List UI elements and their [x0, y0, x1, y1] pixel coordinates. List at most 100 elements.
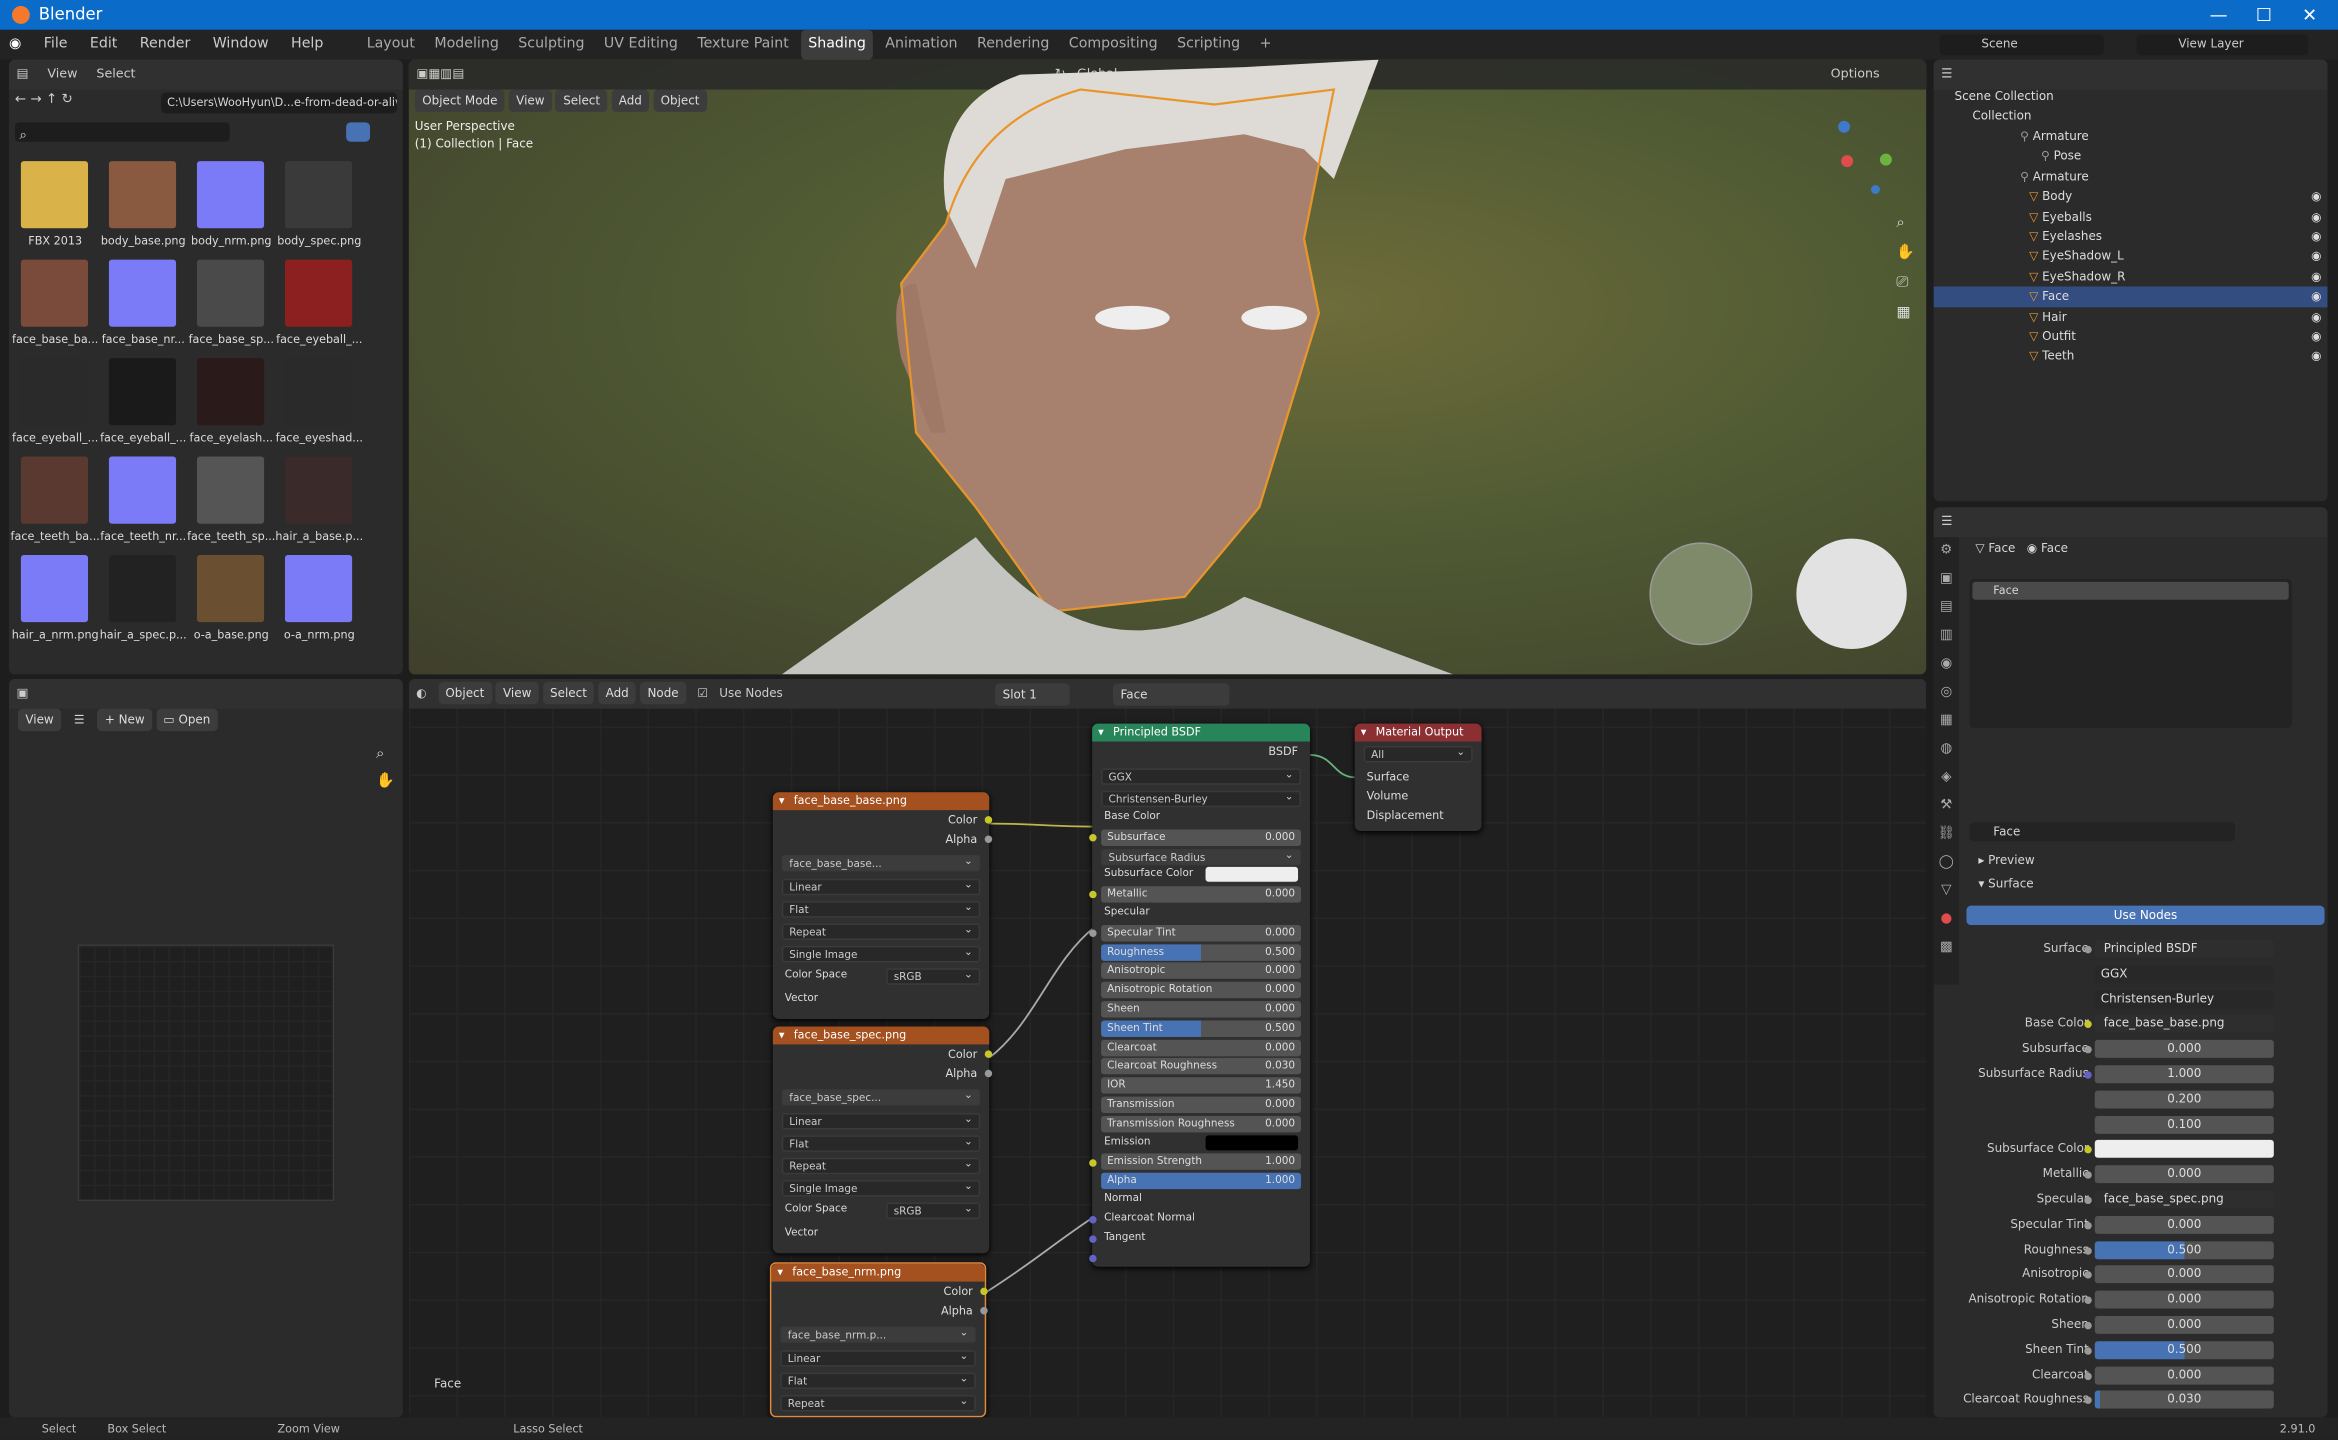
file-thumbnail[interactable]: [108, 259, 177, 327]
file-thumbnail[interactable]: [196, 358, 265, 426]
input-socket[interactable]: [1089, 1215, 1097, 1224]
ie-view-menu[interactable]: View: [17, 708, 62, 732]
volume-input[interactable]: Volume: [1367, 789, 1409, 802]
displacement-input[interactable]: Displacement: [1367, 809, 1444, 822]
eye-icon[interactable]: ◉: [2311, 207, 2321, 227]
file-thumbnail[interactable]: [196, 456, 265, 524]
blender-menu-icon[interactable]: ◉: [0, 30, 30, 60]
material-slot-list[interactable]: Face: [1969, 578, 2292, 729]
bsdf-value-field[interactable]: Roughness 0.500: [1101, 943, 1302, 961]
bsdf-input-socket[interactable]: Base Color: [1104, 810, 1160, 822]
bsdf-value-field[interactable]: Alpha 1.000: [1101, 1172, 1302, 1190]
editor-type-icon[interactable]: ▣: [9, 679, 36, 709]
tab-layout[interactable]: Layout: [359, 30, 422, 60]
bsdf-value-field[interactable]: Clearcoat Roughness 0.030: [1101, 1058, 1302, 1075]
viewport-panel[interactable]: ▣▦▥▤ ↻ Global ⌄ Options Object Mode View…: [408, 59, 1927, 675]
bsdf-dropdown[interactable]: Christensen-Burley: [1101, 789, 1302, 808]
file-thumbnail[interactable]: [196, 161, 265, 229]
minimize-icon[interactable]: —: [2210, 0, 2228, 30]
file-thumbnail[interactable]: [196, 259, 265, 327]
bsdf-value-field[interactable]: Transmission 0.000: [1101, 1096, 1302, 1114]
file-thumbnail[interactable]: [196, 555, 265, 623]
bsdf-color-input[interactable]: Emission: [1104, 1134, 1299, 1150]
eye-icon[interactable]: ◉: [2311, 307, 2321, 327]
source-dropdown[interactable]: Single Image: [781, 944, 981, 963]
property-value[interactable]: 0.000: [2094, 1290, 2274, 1309]
vector-input[interactable]: Vector: [785, 1226, 818, 1238]
menu-help[interactable]: Help: [282, 30, 332, 60]
outliner-item[interactable]: ⚲ Armature: [1934, 127, 2328, 147]
input-socket[interactable]: [1089, 834, 1097, 842]
alpha-output[interactable]: Alpha: [773, 1064, 993, 1083]
interpolation-dropdown[interactable]: Linear: [781, 1112, 981, 1130]
outliner-item[interactable]: ⚲ Armature: [1934, 167, 2328, 187]
image-texture-node-base[interactable]: face_base_base.png Color Alpha face_base…: [772, 792, 993, 1020]
bsdf-value-field[interactable]: Anisotropic Rotation 0.000: [1101, 982, 1302, 999]
property-value[interactable]: 0.000: [2094, 1315, 2274, 1334]
navigation-gizmo-icons[interactable]: ⌕ ✋ ⎚ ▦: [1896, 209, 1915, 328]
tab-scripting[interactable]: Scripting: [1170, 30, 1248, 60]
property-value[interactable]: GGX: [2094, 965, 2274, 983]
file-thumbnail[interactable]: [108, 456, 177, 524]
bsdf-input-socket[interactable]: Tangent: [1104, 1230, 1145, 1242]
source-dropdown[interactable]: Single Image: [781, 1179, 981, 1197]
alpha-output[interactable]: Alpha: [773, 830, 993, 849]
eye-icon[interactable]: ◉: [2311, 327, 2321, 347]
eye-icon[interactable]: ◉: [2311, 247, 2321, 267]
use-nodes-button[interactable]: Use Nodes: [1966, 905, 2325, 926]
input-socket[interactable]: [1089, 891, 1097, 899]
extension-dropdown[interactable]: Repeat: [781, 922, 981, 940]
extension-dropdown[interactable]: Repeat: [780, 1394, 976, 1412]
bsdf-input-socket[interactable]: Normal: [1104, 1192, 1142, 1204]
menu-render[interactable]: Render: [131, 30, 199, 60]
property-value[interactable]: face_base_base.png: [2094, 1015, 2274, 1034]
file-thumbnail[interactable]: [20, 161, 89, 229]
menu-edit[interactable]: Edit: [81, 30, 126, 60]
outliner-item[interactable]: ▽ Eyelashes ◉: [1934, 227, 2328, 247]
surface-input[interactable]: Surface: [1367, 770, 1410, 783]
bsdf-dropdown[interactable]: GGX: [1101, 767, 1302, 785]
file-thumbnail[interactable]: [20, 259, 89, 327]
tab-uv-editing[interactable]: UV Editing: [596, 30, 685, 60]
ie-new-button[interactable]: + New: [97, 708, 153, 732]
fb-view-menu[interactable]: View: [40, 60, 85, 90]
projection-dropdown[interactable]: Flat: [780, 1371, 976, 1390]
file-thumbnail[interactable]: [284, 259, 353, 327]
bsdf-value-field[interactable]: IOR 1.450: [1101, 1077, 1302, 1094]
color-output[interactable]: Color: [773, 810, 993, 829]
image-selector[interactable]: face_base_nrm.p...: [780, 1325, 976, 1343]
property-value[interactable]: Christensen-Burley: [2094, 990, 2274, 1008]
filter-search-input[interactable]: ⌕: [14, 122, 230, 143]
outliner-item[interactable]: ▽ EyeShadow_R ◉: [1934, 267, 2328, 287]
uv-grid[interactable]: [77, 944, 335, 1202]
image-texture-node-nrm[interactable]: face_base_nrm.png Color Alpha face_base_…: [769, 1262, 988, 1418]
color-swatch[interactable]: [1205, 867, 1299, 883]
bsdf-color-input[interactable]: Subsurface Color: [1104, 867, 1299, 883]
file-thumbnail[interactable]: [108, 161, 177, 229]
eye-icon[interactable]: ◉: [2311, 267, 2321, 287]
property-value[interactable]: [2094, 1140, 2274, 1159]
image-selector[interactable]: face_base_spec...: [781, 1088, 981, 1106]
interpolation-dropdown[interactable]: Linear: [781, 877, 981, 896]
principled-bsdf-node[interactable]: Principled BSDF BSDF GGX Christensen-Burl…: [1089, 723, 1310, 1267]
zoom-icon[interactable]: ⌕: [376, 746, 384, 762]
outliner-item[interactable]: ⚲ Pose: [1934, 147, 2328, 167]
file-thumbnail[interactable]: [284, 456, 353, 524]
bsdf-value-field[interactable]: Metallic 0.000: [1101, 886, 1302, 903]
file-thumbnail[interactable]: [20, 456, 89, 524]
node-editor-panel[interactable]: ◐ Object View Select Add Node ☑ Use Node…: [408, 678, 1927, 1418]
outliner-item[interactable]: ▽ Body ◉: [1934, 187, 2328, 207]
file-thumbnail[interactable]: [284, 555, 353, 623]
bsdf-value-field[interactable]: Anisotropic 0.000: [1101, 962, 1302, 980]
property-value[interactable]: 1.000: [2094, 1065, 2274, 1084]
surface-panel-toggle[interactable]: ▾ Surface: [1978, 877, 2033, 890]
outliner-item[interactable]: ▽ Hair ◉: [1934, 307, 2328, 327]
bsdf-value-field[interactable]: Sheen 0.000: [1101, 1001, 1302, 1018]
projection-dropdown[interactable]: Flat: [781, 1134, 981, 1152]
path-field[interactable]: C:\Users\WooHyun\D...e-from-dead-or-aliv…: [161, 92, 397, 114]
material-output-node[interactable]: Material Output All Surface Volume Displ…: [1354, 723, 1482, 832]
ie-open-button[interactable]: ▭ Open: [155, 708, 218, 732]
tab-animation[interactable]: Animation: [878, 30, 965, 60]
hand-icon[interactable]: ✋: [376, 773, 395, 789]
extension-dropdown[interactable]: Repeat: [781, 1156, 981, 1175]
